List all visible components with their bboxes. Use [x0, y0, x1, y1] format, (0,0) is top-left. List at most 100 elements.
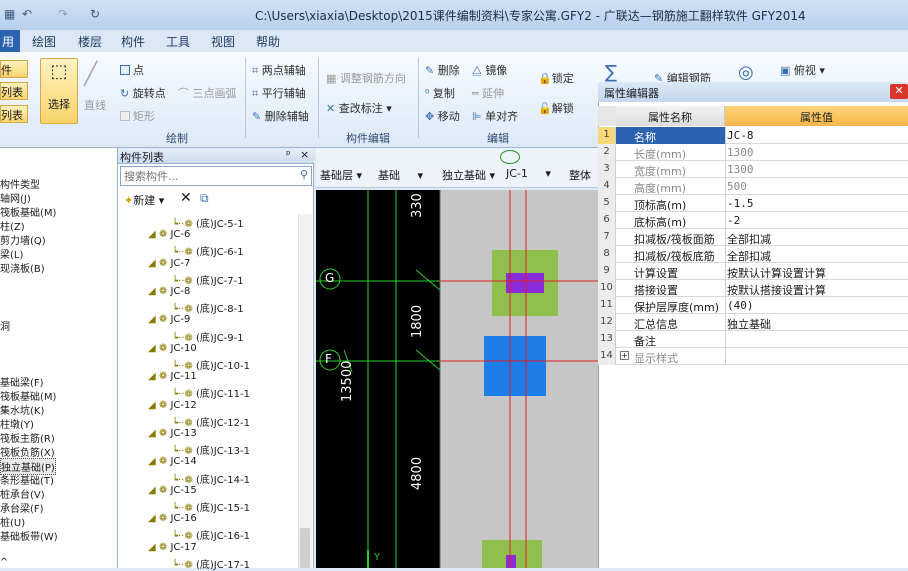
menu-component[interactable]: 构件: [121, 33, 145, 50]
tree-child-item[interactable]: ┕··❁ (底)JC-8-1: [172, 300, 244, 315]
component-type-item[interactable]: 集水坑(K): [0, 402, 44, 417]
property-value[interactable]: -2: [727, 214, 740, 227]
check-label-button[interactable]: ✕ 查改标注 ▾: [326, 100, 392, 116]
tree-child-item[interactable]: ┕··❁ (底)JC-9-1: [172, 329, 244, 344]
tree-parent-item[interactable]: ◢ ❁ JC-10: [148, 343, 197, 354]
ribbon-left-button-3[interactable]: 列表: [0, 105, 28, 123]
tree-parent-item[interactable]: ◢ ❁ JC-15: [148, 485, 197, 496]
component-type-item[interactable]: 筏板负筋(X): [0, 444, 55, 459]
tree-child-item[interactable]: ┕··❁ (底)JC-13-1: [172, 442, 250, 457]
ribbon-left-button-1[interactable]: 件: [0, 60, 28, 78]
pin-icon[interactable]: ᵖ: [286, 148, 291, 161]
line-button[interactable]: 直线: [84, 97, 106, 113]
3d-view-icon[interactable]: ◎: [738, 62, 754, 83]
tree-child-item[interactable]: ┕··❁ (底)JC-12-1: [172, 414, 250, 429]
menu-draw[interactable]: 绘图: [32, 33, 56, 50]
property-value[interactable]: -1.5: [727, 197, 754, 210]
component-type-item[interactable]: 基础板带(W): [0, 528, 58, 543]
copy-component-icon[interactable]: ⧉: [200, 191, 209, 206]
tree-child-item[interactable]: ┕··❁ (底)JC-10-1: [172, 357, 250, 372]
view-button[interactable]: ▣ 俯视 ▾: [780, 62, 825, 78]
extend-button[interactable]: ═ 延伸: [472, 85, 504, 101]
component-type-item[interactable]: 现浇板(B): [0, 260, 45, 275]
component-type-item[interactable]: 条形基础(T): [0, 472, 54, 487]
point-button[interactable]: 点: [120, 62, 144, 78]
extra-select[interactable]: 整体: [569, 167, 591, 185]
sigma-icon[interactable]: ∑: [605, 62, 617, 83]
property-value[interactable]: 1300: [727, 163, 754, 176]
app-icon[interactable]: ▦: [4, 7, 15, 21]
lock-button[interactable]: 🔒锁定: [538, 70, 574, 86]
unlock-button[interactable]: 🔓解锁: [538, 100, 574, 116]
tree-parent-item[interactable]: ◢ ❁ JC-17: [148, 542, 197, 553]
type-select[interactable]: 独立基础 ▾: [442, 167, 495, 185]
close-icon[interactable]: ×: [300, 148, 309, 161]
delete-axis-button[interactable]: ✎ 删除辅轴: [252, 108, 309, 124]
mirror-button[interactable]: ⧋ 镜像: [472, 62, 507, 78]
tree-child-item[interactable]: ┕··❁ (底)JC-16-1: [172, 527, 250, 542]
property-value[interactable]: 1300: [727, 146, 754, 159]
tree-parent-item[interactable]: ◢ ❁ JC-8: [148, 286, 190, 297]
tree-child-item[interactable]: ┕··❁ (底)JC-7-1: [172, 272, 244, 287]
new-button[interactable]: ✦新建 ▾: [124, 192, 164, 208]
adjust-rebar-direction-button[interactable]: ▦ 调整钢筋方向: [326, 70, 406, 86]
redo-icon[interactable]: ↷: [58, 7, 68, 21]
undo-icon[interactable]: ↶: [22, 7, 32, 21]
align-button[interactable]: ⊫ 单对齐: [472, 108, 518, 124]
close-icon[interactable]: ✕: [890, 84, 908, 99]
delete-component-icon[interactable]: ✕: [180, 190, 192, 206]
component-type-item[interactable]: 洞: [0, 318, 10, 333]
component-type-item[interactable]: ^: [0, 557, 8, 568]
copy-button[interactable]: ⁰ 复制: [425, 85, 455, 101]
component-type-item[interactable]: 构件类型: [0, 176, 40, 191]
component-type-item[interactable]: 桩(U): [0, 514, 25, 529]
menu-view[interactable]: 视图: [211, 33, 235, 50]
property-value[interactable]: 全部扣减: [727, 248, 771, 264]
tree-parent-item[interactable]: ◢ ❁ JC-12: [148, 400, 197, 411]
tree-scrollbar[interactable]: [298, 214, 312, 568]
tree-parent-item[interactable]: ◢ ❁ JC-6: [148, 229, 190, 240]
property-value[interactable]: 全部扣减: [727, 231, 771, 247]
ribbon-left-button-2[interactable]: 列表: [0, 82, 28, 100]
three-arc-button[interactable]: ⌒ 三点画弧: [178, 85, 237, 101]
delete-button[interactable]: ✎ 删除: [425, 62, 460, 78]
tree-child-item[interactable]: ┕··❁ (底)JC-14-1: [172, 471, 250, 486]
col-value-header[interactable]: 属性值: [725, 106, 908, 126]
property-value[interactable]: 独立基础: [727, 316, 771, 332]
component-type-item[interactable]: 基础梁(F): [0, 374, 44, 389]
menu-home[interactable]: 用: [0, 30, 20, 52]
two-point-axis-button[interactable]: ⌗ 两点辅轴: [252, 62, 306, 78]
expand-icon[interactable]: +: [620, 351, 629, 360]
component-type-item[interactable]: 承台梁(F): [0, 500, 44, 515]
component-type-item[interactable]: 柱墩(Y): [0, 416, 34, 431]
floor-select[interactable]: 基础层 ▾: [320, 167, 362, 185]
menu-tools[interactable]: 工具: [166, 33, 190, 50]
tree-parent-item[interactable]: ◢ ❁ JC-13: [148, 428, 197, 439]
tree-parent-item[interactable]: ◢ ❁ JC-7: [148, 258, 190, 269]
property-value[interactable]: JC-8: [727, 129, 754, 142]
tree-parent-item[interactable]: ◢ ❁ JC-14: [148, 456, 197, 467]
component-select[interactable]: JC-1 ▾: [506, 167, 551, 185]
footing-jc-bottom-inner[interactable]: [506, 555, 516, 568]
tree-child-item[interactable]: ┕··❁ (底)JC-11-1: [172, 385, 250, 400]
component-type-item[interactable]: 柱(Z): [0, 218, 25, 233]
component-type-item[interactable]: 剪力墙(Q): [0, 232, 46, 247]
component-type-item[interactable]: 筏板基础(M): [0, 204, 56, 219]
select-button[interactable]: ⬚ 选择: [40, 58, 78, 124]
tree-child-item[interactable]: ┕··❁ (底)JC-5-1: [172, 215, 244, 230]
refresh-icon[interactable]: ↻: [90, 7, 100, 21]
component-type-item[interactable]: 筏板基础(M): [0, 388, 56, 403]
component-type-item[interactable]: 筏板主筋(R): [0, 430, 55, 445]
footing-jc-purple[interactable]: [506, 273, 544, 293]
col-name-header[interactable]: 属性名称: [616, 106, 725, 126]
search-icon[interactable]: ⚲: [300, 168, 308, 181]
property-value[interactable]: 500: [727, 180, 747, 193]
tree-child-item[interactable]: ┕··❁ (底)JC-6-1: [172, 243, 244, 258]
component-search[interactable]: ⚲: [120, 166, 312, 186]
property-value[interactable]: (40): [727, 299, 754, 312]
search-input[interactable]: [121, 167, 289, 185]
tree-child-item[interactable]: ┕··❁ (底)JC-15-1: [172, 499, 250, 514]
parallel-axis-button[interactable]: ⌗ 平行辅轴: [252, 85, 306, 101]
layer-select[interactable]: 基础 ▾: [378, 167, 423, 185]
tree-parent-item[interactable]: ◢ ❁ JC-16: [148, 513, 197, 524]
